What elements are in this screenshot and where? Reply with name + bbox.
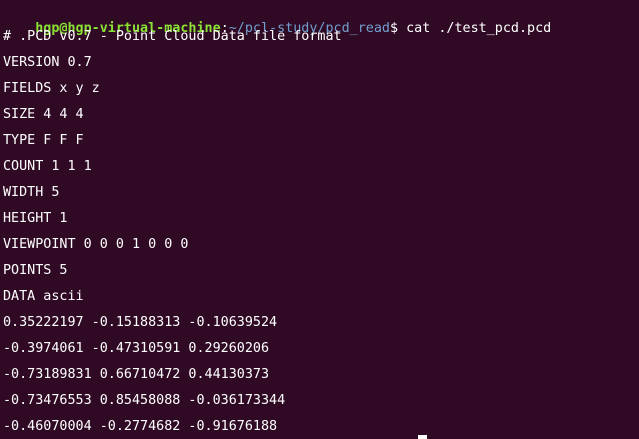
typed-command: cat ./test_pcd.pcd [398, 21, 552, 36]
output-line-points: POINTS 5 [3, 263, 68, 278]
output-line-fields: FIELDS x y z [3, 81, 100, 96]
point-row: -0.46070004 -0.2774682 -0.91676188 [3, 419, 278, 434]
output-line-data: DATA ascii [3, 289, 84, 304]
output-line-viewpoint: VIEWPOINT 0 0 0 1 0 0 0 [3, 237, 189, 252]
terminal-window[interactable]: hgp@hgp-virtual-machine:~/pcl-study/pcd_… [0, 0, 639, 439]
prompt-line: hgp@hgp-virtual-machine:~/pcl-study/pcd_… [3, 2, 551, 36]
output-line-height: HEIGHT 1 [3, 211, 68, 226]
output-line-type: TYPE F F F [3, 133, 84, 148]
point-row: -0.3974061 -0.47310591 0.29260206 [3, 341, 270, 356]
point-row: 0.35222197 -0.15188313 -0.10639524 [3, 315, 278, 330]
output-line-header: # .PCD v0.7 - Point Cloud Data file form… [3, 29, 342, 44]
point-row: -0.73189831 0.66710472 0.44130373 [3, 367, 270, 382]
output-line-version: VERSION 0.7 [3, 55, 92, 70]
prompt-dollar: $ [390, 21, 399, 36]
text-cursor [418, 435, 427, 439]
output-line-width: WIDTH 5 [3, 185, 60, 200]
point-row: -0.73476553 0.85458088 -0.036173344 [3, 393, 286, 408]
output-line-count: COUNT 1 1 1 [3, 159, 92, 174]
output-line-size: SIZE 4 4 4 [3, 107, 84, 122]
